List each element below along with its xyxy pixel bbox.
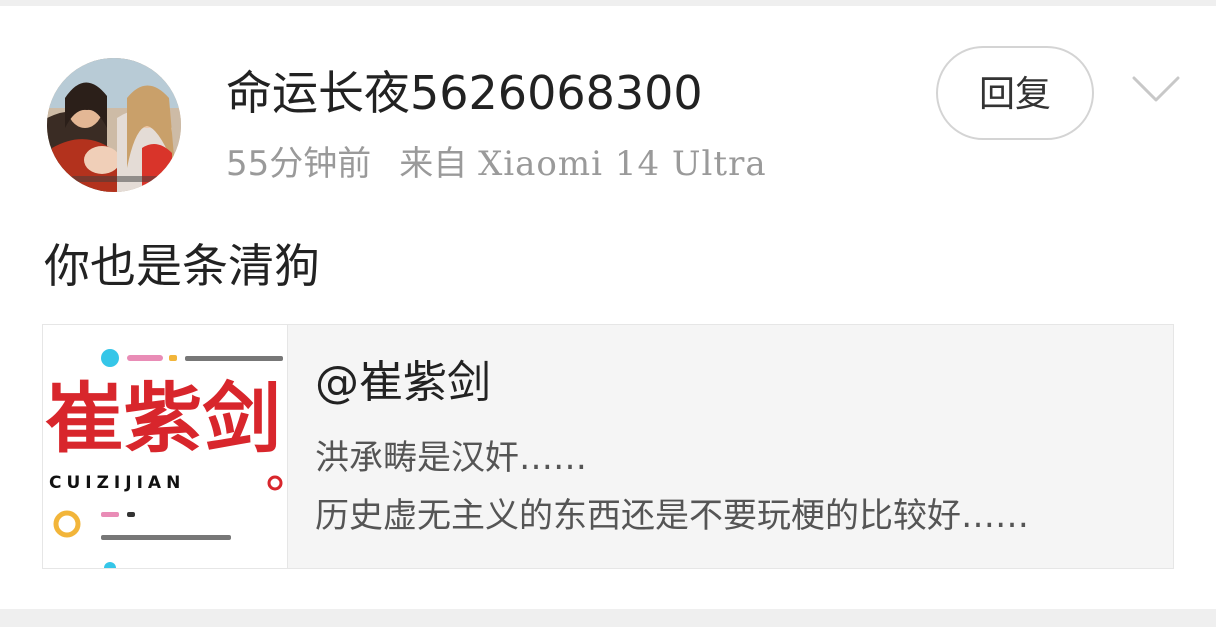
card-text-line: 洪承畴是汉奸…… (315, 438, 587, 478)
comment-content: 你也是条清狗 (44, 239, 320, 293)
svg-text:CUIZIJIAN: CUIZIJIAN (49, 473, 185, 493)
svg-text:崔紫剑: 崔紫剑 (45, 374, 281, 463)
top-divider (0, 0, 1216, 6)
bottom-divider (0, 609, 1216, 627)
reply-button[interactable]: 回复 (936, 46, 1094, 140)
source-label: 来自 (399, 144, 468, 184)
username[interactable]: 命运长夜5626068300 (226, 63, 703, 123)
shared-card[interactable]: 崔紫剑 CUIZIJIAN @崔紫剑 洪承畴是汉奸…… 历史虚无主义的东西还是不… (42, 324, 1174, 569)
comment-meta: 55分钟前 来自 Xiaomi 14 Ultra (226, 140, 767, 188)
avatar-image (47, 58, 181, 192)
card-title: @崔紫剑 (315, 357, 491, 408)
card-thumbnail: 崔紫剑 CUIZIJIAN (43, 325, 287, 568)
comment-time: 55分钟前 (226, 144, 372, 184)
avatar[interactable] (47, 58, 181, 192)
card-divider (287, 325, 288, 568)
card-text-line: 历史虚无主义的东西还是不要玩梗的比较好…… (315, 496, 1029, 536)
device-name: Xiaomi 14 Ultra (478, 144, 767, 184)
chevron-down-icon[interactable] (1130, 72, 1182, 108)
cuizijian-logo: 崔紫剑 CUIZIJIAN (45, 349, 283, 568)
